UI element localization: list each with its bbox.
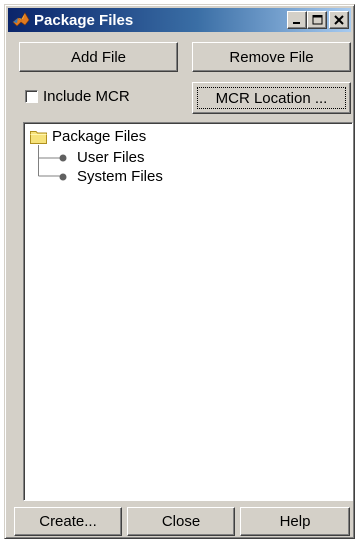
remove-file-label: Remove File: [229, 48, 314, 66]
help-label: Help: [279, 513, 311, 530]
package-files-window: Package Files Add File Remove File Inclu…: [4, 4, 355, 539]
maximize-icon[interactable]: [307, 11, 327, 29]
create-label: Create...: [39, 513, 97, 530]
include-mcr-option[interactable]: Include MCR: [25, 88, 130, 105]
tree-node-system-files[interactable]: System Files: [58, 168, 163, 185]
include-mcr-checkbox[interactable]: [25, 90, 38, 103]
bullet-icon: [58, 153, 68, 163]
close-button[interactable]: Close: [127, 507, 235, 536]
window-title: Package Files: [34, 11, 134, 29]
help-button[interactable]: Help: [240, 507, 350, 536]
create-button[interactable]: Create...: [14, 507, 122, 536]
mcr-location-button[interactable]: MCR Location ...: [192, 82, 351, 114]
add-file-button[interactable]: Add File: [19, 42, 178, 72]
tree-node-label: User Files: [77, 149, 145, 166]
minimize-icon[interactable]: [287, 11, 307, 29]
close-icon[interactable]: [329, 11, 349, 29]
add-file-label: Add File: [70, 48, 127, 66]
title-bar[interactable]: Package Files: [8, 8, 351, 32]
matlab-logo-icon: [12, 11, 30, 29]
tree-root-label: Package Files: [52, 128, 147, 145]
bullet-icon: [58, 172, 68, 182]
remove-file-button[interactable]: Remove File: [192, 42, 351, 72]
include-mcr-label: Include MCR: [43, 88, 130, 105]
package-files-tree[interactable]: Package Files User Files System Files: [23, 122, 353, 501]
close-label: Close: [161, 513, 201, 530]
tree-node-user-files[interactable]: User Files: [58, 149, 145, 166]
folder-icon: [30, 129, 48, 144]
tree-node-label: System Files: [77, 168, 163, 185]
tree-root-node[interactable]: Package Files: [30, 128, 146, 145]
focus-ring: [197, 87, 346, 109]
